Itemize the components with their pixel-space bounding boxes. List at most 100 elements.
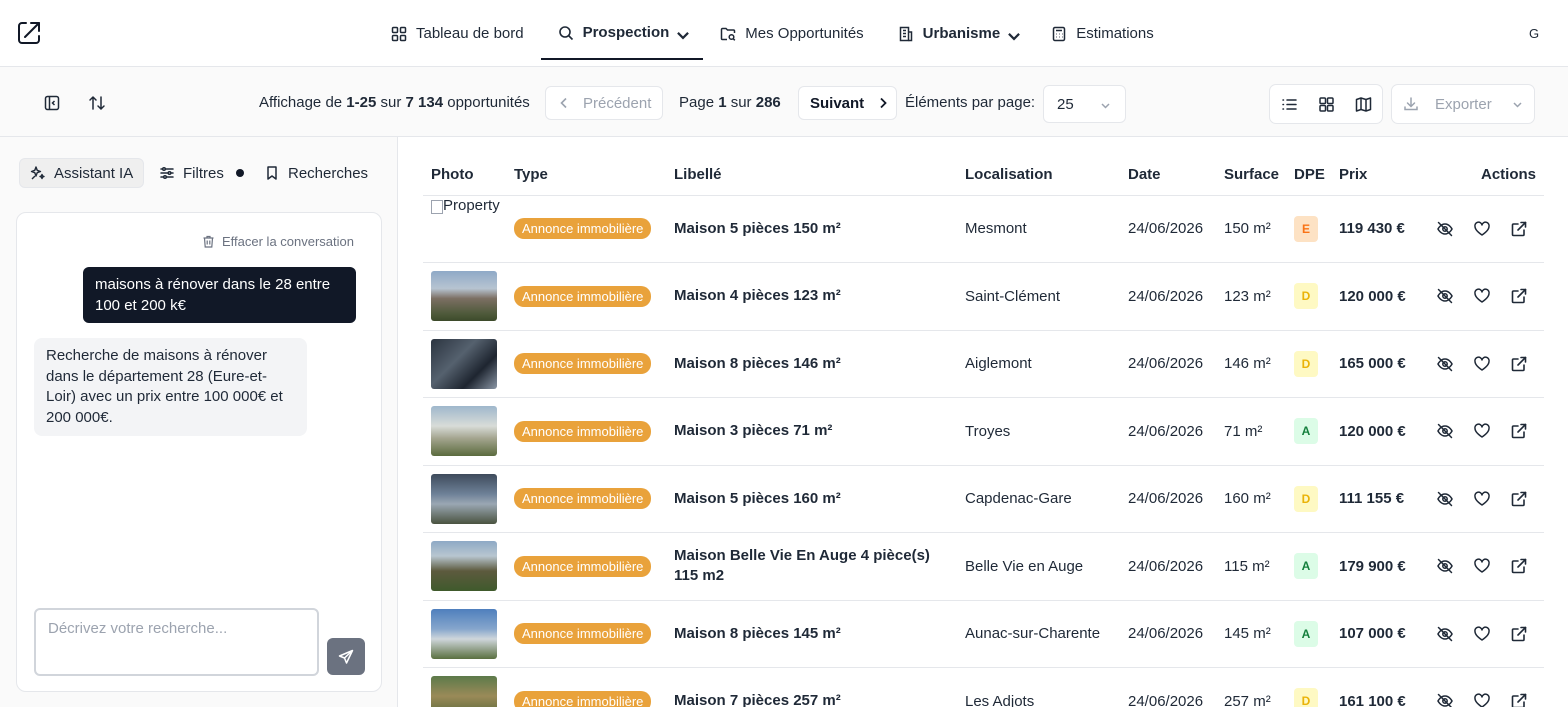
grid-view-icon[interactable] [1318, 96, 1335, 113]
table-row[interactable]: Property Annonce immobilière Maison 5 pi… [423, 195, 1544, 263]
hide-icon[interactable] [1436, 490, 1454, 508]
nav-item-estimations[interactable]: Estimations [1034, 16, 1171, 52]
nav-label: Prospection [582, 24, 670, 41]
tab-assistant-ia[interactable]: Assistant IA [19, 158, 145, 188]
heart-icon[interactable] [1473, 490, 1491, 508]
property-photo[interactable] [431, 608, 497, 659]
table-row[interactable]: Annonce immobilière Maison 4 pièces 123 … [423, 262, 1544, 331]
tab-filtres[interactable]: Filtres [149, 158, 254, 188]
surface-cell: 145 m² [1216, 600, 1286, 668]
property-photo[interactable] [431, 473, 497, 524]
table-row[interactable]: Annonce immobilière Maison Belle Vie En … [423, 532, 1544, 601]
heart-icon[interactable] [1473, 692, 1491, 707]
column-header: Date [1120, 155, 1216, 196]
libelle-cell: Maison 3 pièces 71 m² [666, 397, 957, 466]
toggle-sidebar-icon[interactable] [43, 94, 61, 112]
heart-icon[interactable] [1473, 625, 1491, 643]
chevron-down-icon [675, 27, 690, 40]
dpe-cell: D [1286, 330, 1331, 398]
external-link-icon[interactable] [1510, 355, 1528, 373]
heart-icon[interactable] [1473, 422, 1491, 440]
dpe-cell: A [1286, 397, 1331, 466]
list-view-icon[interactable] [1281, 96, 1298, 113]
download-icon [1403, 96, 1419, 112]
table-row[interactable]: Annonce immobilière Maison 8 pièces 146 … [423, 330, 1544, 398]
price-cell: 107 000 € [1331, 600, 1421, 668]
clear-conversation-button[interactable]: Effacer la conversation [202, 234, 354, 249]
type-cell: Annonce immobilière [506, 195, 666, 263]
photo-cell [423, 397, 506, 466]
external-link-icon[interactable] [1510, 490, 1528, 508]
libelle-cell: Maison 5 pièces 150 m² [666, 195, 957, 263]
previous-page-button[interactable]: Précédent [545, 86, 663, 120]
type-badge: Annonce immobilière [514, 353, 652, 375]
heart-icon[interactable] [1473, 287, 1491, 305]
localisation-cell: Troyes [957, 397, 1120, 466]
heart-icon[interactable] [1473, 557, 1491, 575]
tab-recherches[interactable]: Recherches [254, 158, 378, 188]
table-row[interactable]: Annonce immobilière Maison 3 pièces 71 m… [423, 397, 1544, 466]
heart-icon[interactable] [1473, 220, 1491, 238]
dpe-badge: D [1294, 485, 1318, 512]
photo-cell [423, 532, 506, 601]
property-photo[interactable] [431, 271, 497, 322]
nav-item-prospection[interactable]: Prospection [540, 8, 704, 60]
external-link-icon[interactable] [1510, 692, 1528, 707]
libelle-cell: Maison 5 pièces 160 m² [666, 465, 957, 533]
property-photo[interactable] [431, 406, 497, 457]
nav-item-dashboard[interactable]: Tableau de bord [374, 16, 541, 52]
external-link-icon[interactable] [1510, 220, 1528, 238]
user-avatar[interactable]: G [1529, 26, 1539, 41]
chat-input[interactable] [34, 608, 319, 676]
external-link-icon[interactable] [1510, 287, 1528, 305]
bookmark-icon [264, 165, 280, 181]
type-badge: Annonce immobilière [514, 420, 652, 442]
hide-icon[interactable] [1436, 220, 1454, 238]
property-photo[interactable] [431, 676, 497, 707]
column-header: Prix [1331, 155, 1421, 196]
localisation-cell: Belle Vie en Auge [957, 532, 1120, 601]
photo-cell [423, 262, 506, 331]
heart-icon[interactable] [1473, 355, 1491, 373]
export-button[interactable]: Exporter [1391, 84, 1535, 124]
date-cell: 24/06/2026 [1120, 195, 1216, 263]
actions-cell [1421, 330, 1544, 398]
table-row[interactable]: Annonce immobilière Maison 8 pièces 145 … [423, 600, 1544, 668]
price-cell: 111 155 € [1331, 465, 1421, 533]
hide-icon[interactable] [1436, 355, 1454, 373]
hide-icon[interactable] [1436, 422, 1454, 440]
nav-item-urbanisme[interactable]: Urbanisme [881, 16, 1035, 52]
table-row[interactable]: Annonce immobilière Maison 7 pièces 257 … [423, 667, 1544, 707]
sort-icon[interactable] [88, 94, 106, 112]
app-logo-icon[interactable] [16, 20, 42, 46]
next-page-button[interactable]: Suivant [798, 86, 897, 120]
date-cell: 24/06/2026 [1120, 262, 1216, 331]
map-view-icon[interactable] [1355, 96, 1372, 113]
type-cell: Annonce immobilière [506, 262, 666, 331]
property-photo[interactable] [431, 541, 497, 592]
date-cell: 24/06/2026 [1120, 532, 1216, 601]
surface-cell: 123 m² [1216, 262, 1286, 331]
price-cell: 120 000 € [1331, 262, 1421, 331]
external-link-icon[interactable] [1510, 422, 1528, 440]
hide-icon[interactable] [1436, 692, 1454, 707]
external-link-icon[interactable] [1510, 557, 1528, 575]
price-cell: 120 000 € [1331, 397, 1421, 466]
property-photo-broken[interactable]: Property [431, 197, 501, 247]
actions-cell [1421, 532, 1544, 601]
property-photo[interactable] [431, 338, 497, 389]
per-page-select[interactable]: 25 [1043, 85, 1126, 123]
table-row[interactable]: Annonce immobilière Maison 5 pièces 160 … [423, 465, 1544, 533]
nav-item-opportunities[interactable]: Mes Opportunités [703, 16, 880, 52]
results-count: Affichage de 1-25 sur 7 134 opportunités [259, 94, 530, 111]
hide-icon[interactable] [1436, 287, 1454, 305]
hide-icon[interactable] [1436, 557, 1454, 575]
photo-cell [423, 667, 506, 707]
localisation-cell: Mesmont [957, 195, 1120, 263]
main-nav: Tableau de bord Prospection Mes Opportun… [374, 0, 1171, 67]
nav-label: Tableau de bord [416, 25, 524, 42]
external-link-icon[interactable] [1510, 625, 1528, 643]
dpe-cell: A [1286, 532, 1331, 601]
send-button[interactable] [327, 638, 365, 675]
hide-icon[interactable] [1436, 625, 1454, 643]
